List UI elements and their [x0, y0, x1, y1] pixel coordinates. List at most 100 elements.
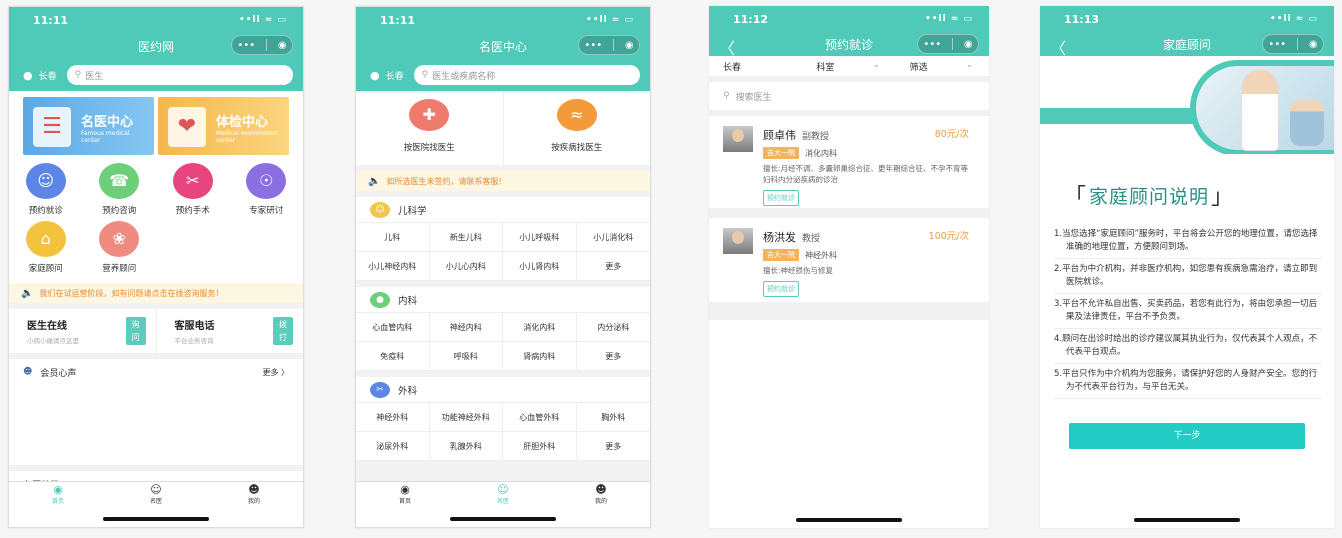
service-expert[interactable]: ☉ 专家研讨 [230, 163, 304, 221]
contact-row: 医生在线 小病小痛请点这里 询问 客服电话 平台业务咨询 拨打 [9, 309, 303, 353]
dept-item[interactable]: 肾病内科 [503, 342, 577, 371]
tab-doctors[interactable]: ☺ 名医 [107, 482, 205, 505]
close-target-icon[interactable]: ◉ [278, 40, 287, 51]
search-row: ● 长春 ⚲ 医生 [9, 59, 303, 91]
status-icons: ••ll ≈ ▭ [239, 15, 287, 25]
service-surgery[interactable]: ✂ 预约手术 [156, 163, 230, 221]
close-target-icon[interactable]: ◉ [964, 39, 973, 50]
dept-item[interactable]: 肝胆外科 [503, 432, 577, 461]
header: 11:11 ••ll ≈ ▭ 医约网 ••• ◉ ● 长春 ⚲ 医生 [9, 7, 303, 91]
filter-label: 科室 [816, 62, 835, 73]
dept-item[interactable]: 胸外科 [576, 403, 650, 432]
status-time: 11:11 [33, 13, 69, 27]
call-button[interactable]: 拨打 [273, 317, 293, 345]
header: 11:13 ••ll ≈ ▭ 〈 家庭顾问 ••• ◉ [1040, 6, 1334, 58]
dept-more[interactable]: 更多 [576, 252, 650, 281]
famous-doctor-banner[interactable]: ☰ 名医中心 Famous medical center [23, 97, 154, 155]
service-phone[interactable]: 客服电话 平台业务咨询 拨打 [155, 309, 304, 353]
phone-icon: ☎ [99, 163, 140, 199]
page-title: 家庭顾问 [1162, 37, 1211, 52]
dept-item[interactable]: 功能神经外科 [429, 403, 503, 432]
tab-label: 我的 [594, 498, 607, 505]
search-row: ● 长春 ⚲ 医生或疾病名称 [356, 59, 650, 91]
service-grid: ☺ 预约就诊 ☎ 预约咨询 ✂ 预约手术 ☉ 专家研讨 ⌂ 家庭顾问 ❀ 营养顾问 [9, 159, 303, 283]
book-button[interactable]: 预约就诊 [763, 190, 799, 206]
more-icon[interactable]: ••• [237, 40, 255, 51]
doctor-online[interactable]: 医生在线 小病小痛请点这里 询问 [9, 309, 156, 353]
tab-label: 首页 [51, 498, 64, 505]
header: 11:11 ••ll ≈ ▭ 名医中心 ••• ◉ ● 长春 ⚲ 医生或疾病名称 [356, 7, 650, 91]
dept-more[interactable]: 更多 [576, 432, 650, 461]
service-family[interactable]: ⌂ 家庭顾问 [9, 221, 83, 279]
find-label: 按疾病找医生 [551, 143, 603, 153]
dept-item[interactable]: 免疫科 [356, 342, 430, 371]
find-by-hospital[interactable]: ✚ 按医院找医生 [356, 93, 503, 165]
find-by-disease[interactable]: ≈ 按疾病找医生 [502, 93, 651, 165]
tab-mine[interactable]: ☻ 我的 [205, 482, 303, 505]
dept-item[interactable]: 新生儿科 [429, 223, 503, 252]
filter-label: 筛选 [909, 62, 928, 73]
dept-surgery: ✂ 外科 神经外科 功能神经外科 心血管外科 胸外科 泌尿外科 乳腺外科 肝胆外科… [356, 377, 650, 461]
doctor-specialty: 擅长:月经不调、多囊卵巢综合征、更年期综合征、不孕不育等妇科内分泌疾病的诊治 [763, 164, 969, 184]
ask-button[interactable]: 询问 [125, 317, 146, 345]
search-input[interactable]: ⚲ 医生或疾病名称 [413, 65, 640, 85]
rule-item: 5.平台只作为中介机构为您服务，请保护好您的人身财产安全。您的行为不代表平台行为… [1054, 364, 1322, 399]
book-button[interactable]: 预约就诊 [763, 281, 799, 297]
more-icon[interactable]: ••• [584, 40, 602, 51]
close-target-icon[interactable]: ◉ [1309, 39, 1318, 50]
doctor-avatar [723, 126, 753, 152]
dept-item[interactable]: 小儿肾内科 [503, 252, 577, 281]
tab-doctors[interactable]: ☺ 名医 [454, 482, 552, 505]
dept-item[interactable]: 心血管外科 [503, 403, 577, 432]
service-consult[interactable]: ☎ 预约咨询 [83, 163, 157, 221]
dept-item[interactable]: 乳腺外科 [429, 432, 503, 461]
chevron-down-icon: ⌄ [966, 59, 973, 69]
btn-char: 拨 [279, 320, 287, 329]
dept-item[interactable]: 小儿心内科 [429, 252, 503, 281]
user-icon: ☻ [23, 367, 33, 377]
back-icon[interactable]: 〈 [719, 35, 735, 59]
search-icon: ⚲ [421, 70, 429, 80]
mini-program-capsule: ••• ◉ [231, 35, 293, 55]
dept-item[interactable]: 小儿消化科 [576, 223, 650, 252]
dept-item[interactable]: 消化内科 [503, 313, 577, 342]
section-header: ☻ 会员心声 更多 〉 [9, 359, 303, 385]
dept-item[interactable]: 小儿神经内科 [356, 252, 430, 281]
more-link[interactable]: 更多 〉 [262, 367, 289, 378]
filter-city[interactable]: 长春 [709, 60, 802, 73]
close-target-icon[interactable]: ◉ [625, 40, 634, 51]
search-input[interactable]: ⚲ 医生 [66, 65, 293, 85]
dept-item[interactable]: 呼吸科 [429, 342, 503, 371]
dept-more[interactable]: 更多 [576, 342, 650, 371]
dept-item[interactable]: 小儿呼吸科 [503, 223, 577, 252]
service-label: 营养顾问 [102, 264, 137, 274]
next-step-button[interactable]: 下一步 [1069, 423, 1305, 449]
service-appointment[interactable]: ☺ 预约就诊 [9, 163, 83, 221]
doctor-search-input[interactable]: ⚲ 搜索医生 [709, 82, 989, 110]
service-nutrition[interactable]: ❀ 营养顾问 [83, 221, 157, 279]
filter-department[interactable]: 科室 ⌄ [802, 60, 895, 73]
dept-item[interactable]: 儿科 [356, 223, 430, 252]
dept-item[interactable]: 内分泌科 [576, 313, 650, 342]
checkup-banner[interactable]: ❤ 体检中心 Medical examination center [158, 97, 289, 155]
filter-more[interactable]: 筛选 ⌄ [896, 60, 989, 73]
find-doctor-row: ✚ 按医院找医生 ≈ 按疾病找医生 [356, 93, 650, 165]
location-selector[interactable]: 长春 [386, 69, 404, 82]
tab-home[interactable]: ◉ 首页 [9, 482, 107, 505]
dept-item[interactable]: 心血管内科 [356, 313, 430, 342]
dept-item[interactable]: 神经内科 [429, 313, 503, 342]
tab-mine[interactable]: ☻ 我的 [552, 482, 650, 505]
tab-home[interactable]: ◉ 首页 [356, 482, 454, 505]
dept-item[interactable]: 泌尿外科 [356, 432, 430, 461]
status-bar: 11:11 ••ll ≈ ▭ [9, 7, 303, 33]
tab-label: 名医 [496, 498, 509, 505]
more-icon[interactable]: ••• [1268, 39, 1286, 50]
home-indicator [103, 517, 209, 521]
dept-item[interactable]: 神经外科 [356, 403, 430, 432]
heading: 「 家庭顾问说明 」 [1040, 154, 1334, 216]
mini-program-capsule: ••• ◉ [917, 34, 979, 54]
doctor-card[interactable]: 杨洪发 教授 100元/次 吉大一院 神经外科 擅长:神经损伤与修复 预约就诊 [709, 218, 989, 302]
doctor-card[interactable]: 顾卓伟 副教授 80元/次 吉大一院 消化内科 擅长:月经不调、多囊卵巢综合征、更年… [709, 116, 989, 208]
location-selector[interactable]: 长春 [39, 69, 57, 82]
more-icon[interactable]: ••• [923, 39, 941, 50]
